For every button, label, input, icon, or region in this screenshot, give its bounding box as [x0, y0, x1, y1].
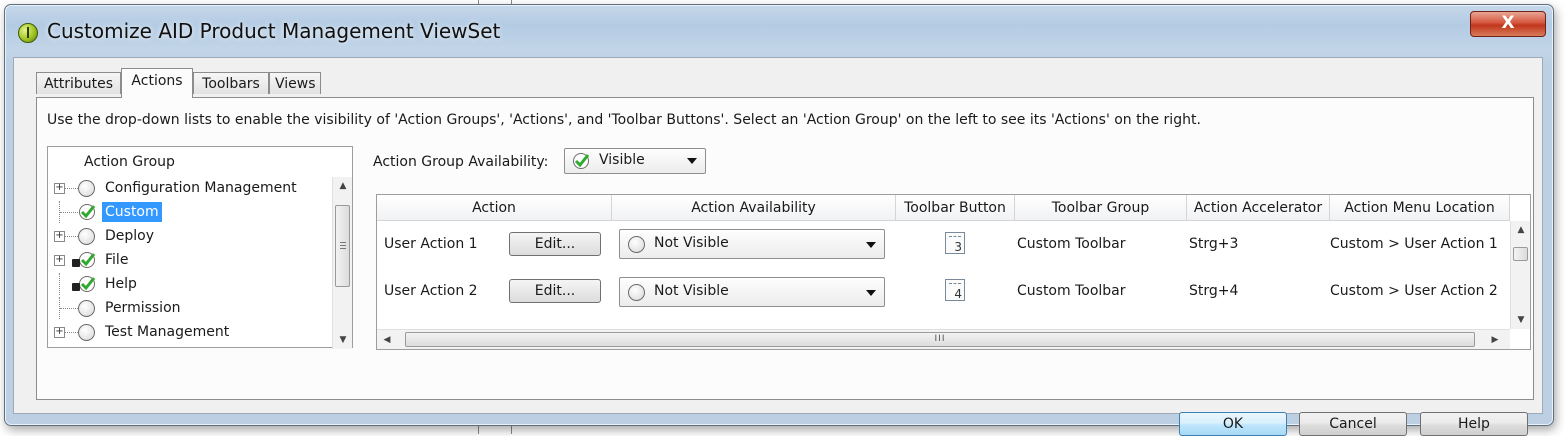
scroll-thumb[interactable] [335, 205, 350, 287]
scroll-up-arrow-icon[interactable]: ▲ [333, 177, 353, 195]
tree-item-deploy[interactable]: + Deploy [48, 225, 332, 247]
select-value: Not Visible [654, 283, 729, 299]
hidden-state-icon [78, 300, 95, 317]
group-availability-label: Action Group Availability: [373, 154, 549, 170]
select-value: Not Visible [654, 235, 729, 251]
action-name: User Action 1 [384, 236, 478, 252]
scroll-thumb[interactable]: III [405, 332, 1475, 347]
toolbar-group: Custom Toolbar [1017, 283, 1126, 299]
lock-icon [72, 259, 80, 267]
visible-check-icon [79, 252, 96, 268]
app-logo-icon [18, 23, 38, 43]
tree-item-configuration-management[interactable]: + Configuration Management [48, 177, 332, 199]
tree-item-label: Test Management [105, 324, 230, 340]
actions-table: Action Action Availability Toolbar Butto… [376, 194, 1531, 350]
tree-body: + Configuration Management Custom + Depl… [48, 177, 332, 349]
tree-item-permission[interactable]: Permission [48, 297, 332, 319]
tree-item-label: Help [105, 276, 137, 292]
tab-views[interactable]: Views [269, 72, 321, 94]
table-horizontal-scrollbar[interactable]: ◀ III ▶ [377, 329, 1510, 349]
visible-check-icon [79, 204, 96, 220]
tree-item-test-management[interactable]: + Test Management [48, 321, 332, 343]
column-header-availability[interactable]: Action Availability [612, 195, 896, 221]
tree-item-help[interactable]: Help [48, 273, 332, 295]
visible-check-icon [79, 276, 96, 292]
scroll-up-arrow-icon[interactable]: ▲ [1511, 221, 1531, 239]
chevron-down-icon [866, 290, 876, 296]
expand-icon[interactable]: + [54, 255, 65, 266]
window-title: Customize AID Product Management ViewSet [47, 19, 501, 43]
chevron-down-icon [687, 158, 697, 164]
select-value: Visible [599, 152, 645, 168]
customize-viewset-dialog: Customize AID Product Management ViewSet… [4, 4, 1554, 436]
scroll-right-arrow-icon[interactable]: ▶ [1485, 331, 1505, 349]
action-availability-select[interactable]: Not Visible [619, 229, 885, 259]
instructions-text: Use the drop-down lists to enable the vi… [47, 112, 1201, 128]
action-availability-select[interactable]: Not Visible [619, 277, 885, 307]
help-button[interactable]: Help [1420, 412, 1528, 436]
tab-attributes[interactable]: Attributes [36, 72, 121, 94]
tree-vertical-scrollbar[interactable]: ▲ ▼ [332, 177, 352, 349]
scroll-down-arrow-icon[interactable]: ▼ [333, 331, 353, 349]
ok-button[interactable]: OK [1179, 412, 1287, 436]
scroll-down-arrow-icon[interactable]: ▼ [1511, 311, 1531, 329]
hidden-state-icon [628, 236, 645, 253]
tree-connector [60, 212, 78, 213]
menu-location: Custom > User Action 1 [1330, 236, 1498, 252]
scroll-left-arrow-icon[interactable]: ◀ [377, 331, 397, 349]
lock-icon [72, 283, 80, 291]
accelerator: Strg+3 [1189, 236, 1239, 252]
tree-connector [64, 332, 78, 333]
column-header-menu-location[interactable]: Action Menu Location [1330, 195, 1510, 221]
tree-connector [64, 188, 78, 189]
tree-header: Action Group [84, 154, 175, 170]
toolbar-group: Custom Toolbar [1017, 236, 1126, 252]
hidden-state-icon [78, 180, 95, 197]
chevron-down-icon [866, 242, 876, 248]
toolbar-button-icon[interactable]: 4 [945, 279, 965, 301]
hidden-state-icon [628, 284, 645, 301]
tree-item-label: Permission [105, 300, 181, 316]
column-header-action[interactable]: Action [377, 195, 612, 221]
tab-actions[interactable]: Actions [121, 68, 193, 98]
scroll-thumb[interactable] [1513, 247, 1528, 261]
column-header-toolbar-group[interactable]: Toolbar Group [1015, 195, 1187, 221]
hidden-state-icon [78, 324, 95, 341]
tree-connector [64, 236, 78, 237]
tree-item-custom[interactable]: Custom [48, 201, 332, 223]
tree-connector [60, 308, 78, 309]
toolbar-button-icon[interactable]: 3 [945, 232, 965, 254]
tree-item-label: Configuration Management [105, 180, 297, 196]
action-group-tree: Action Group + Configuration Management [47, 146, 353, 349]
tree-item-label: File [105, 252, 129, 268]
action-name: User Action 2 [384, 283, 478, 299]
edit-button[interactable]: Edit... [509, 279, 601, 303]
tab-toolbars[interactable]: Toolbars [193, 72, 269, 94]
table-vertical-scrollbar[interactable]: ▲ ▼ [1510, 221, 1530, 329]
column-header-toolbar-button[interactable]: Toolbar Button [896, 195, 1015, 221]
menu-location: Custom > User Action 2 [1330, 283, 1498, 299]
tree-item-file[interactable]: + File [48, 249, 332, 271]
group-availability-select[interactable]: Visible [564, 148, 706, 174]
cancel-button[interactable]: Cancel [1299, 412, 1407, 436]
dialog-body: Attributes Actions Toolbars Views Use th… [13, 57, 1543, 436]
tree-item-label: Deploy [105, 228, 155, 244]
tree-connector [59, 273, 60, 295]
hidden-state-icon [78, 228, 95, 245]
column-header-accelerator[interactable]: Action Accelerator [1187, 195, 1330, 221]
accelerator: Strg+4 [1189, 283, 1239, 299]
actions-tab-panel: Use the drop-down lists to enable the vi… [36, 97, 1534, 436]
tree-item-label: Custom [102, 202, 162, 222]
title-bar[interactable]: Customize AID Product Management ViewSet… [5, 5, 1553, 57]
edit-button[interactable]: Edit... [509, 232, 601, 256]
visible-check-icon [573, 153, 590, 169]
close-button[interactable]: X [1470, 11, 1546, 37]
